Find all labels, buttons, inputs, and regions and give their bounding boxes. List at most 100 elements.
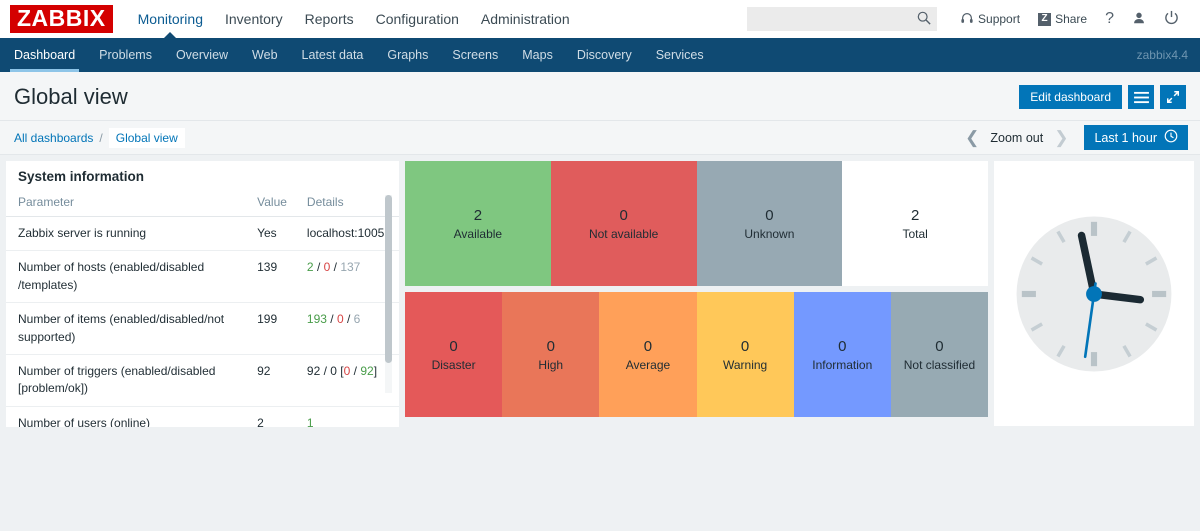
block-label: High bbox=[538, 357, 564, 372]
severity-high[interactable]: 0 High bbox=[502, 292, 600, 417]
detail-part: / bbox=[343, 312, 354, 327]
main-menu-item-monitoring[interactable]: Monitoring bbox=[127, 0, 214, 38]
column-header-parameter: Parameter bbox=[6, 190, 246, 217]
detail-part: / bbox=[326, 312, 337, 327]
subnav-item-maps[interactable]: Maps bbox=[510, 38, 565, 72]
host-availability-not-available[interactable]: 0 Not available bbox=[550, 161, 697, 286]
fullscreen-button[interactable] bbox=[1160, 85, 1186, 109]
sign-out-button[interactable] bbox=[1155, 0, 1188, 38]
subnav-item-latest-data[interactable]: Latest data bbox=[290, 38, 376, 72]
block-value: 0 bbox=[643, 337, 653, 355]
zoom-out-button[interactable]: Zoom out bbox=[988, 131, 1045, 145]
question-mark-icon: ? bbox=[1105, 10, 1114, 27]
block-value: 0 bbox=[449, 337, 458, 355]
global-search-box[interactable] bbox=[747, 7, 938, 31]
subnav-item-dashboard[interactable]: Dashboard bbox=[2, 38, 87, 72]
block-value: 0 bbox=[765, 206, 774, 224]
hamburger-menu-icon bbox=[1133, 91, 1149, 103]
system-information-table: Parameter Value Details Zabbix server is… bbox=[6, 190, 399, 427]
top-navigation-bar: ZABBIX Monitoring Inventory Reports Conf… bbox=[0, 0, 1200, 38]
user-settings-button[interactable] bbox=[1123, 0, 1155, 38]
block-label: Disaster bbox=[431, 357, 476, 372]
top-right-toolbar: Support Z Share ? bbox=[747, 0, 1188, 38]
subnav-item-overview[interactable]: Overview bbox=[164, 38, 240, 72]
block-value: 2 bbox=[473, 206, 483, 224]
host-availability-available[interactable]: 2 Available bbox=[405, 161, 551, 286]
detail-part: 92 bbox=[360, 363, 374, 378]
clock-widget bbox=[994, 161, 1194, 426]
share-link[interactable]: Z Share bbox=[1029, 0, 1096, 38]
search-icon[interactable] bbox=[917, 11, 931, 28]
main-menu-item-administration[interactable]: Administration bbox=[470, 0, 581, 38]
user-icon bbox=[1132, 11, 1146, 28]
row-details: localhost:10051 bbox=[294, 216, 399, 252]
column-header-value: Value bbox=[245, 190, 295, 217]
search-input[interactable] bbox=[755, 12, 918, 26]
chevron-left-icon[interactable]: ❮ bbox=[956, 128, 988, 148]
severity-information[interactable]: 0 Information bbox=[793, 292, 891, 417]
dashboard-menu-button[interactable] bbox=[1128, 85, 1154, 109]
system-information-header: System information bbox=[6, 161, 399, 190]
detail-part: ] bbox=[373, 363, 378, 378]
block-label: Not available bbox=[588, 226, 659, 241]
page-header: Global view Edit dashboard bbox=[0, 72, 1200, 121]
table-header-row: Parameter Value Details bbox=[6, 190, 399, 217]
main-menu-item-reports[interactable]: Reports bbox=[294, 0, 365, 38]
help-button[interactable]: ? bbox=[1096, 0, 1123, 38]
problems-by-severity-widget: 0 Disaster 0 High 0 Average 0 Warning 0 Informati… bbox=[405, 292, 989, 417]
column-header-details: Details bbox=[294, 190, 399, 217]
severity-warning[interactable]: 0 Warning bbox=[696, 292, 794, 417]
detail-part: 6 bbox=[353, 312, 361, 327]
table-row: Number of hosts (enabled/disabled /templ… bbox=[6, 250, 399, 304]
edit-dashboard-button[interactable]: Edit dashboard bbox=[1019, 85, 1122, 109]
detail-part: 193 bbox=[306, 312, 327, 327]
scrollbar-thumb[interactable] bbox=[385, 195, 392, 363]
subnav-item-services[interactable]: Services bbox=[644, 38, 716, 72]
version-label: zabbix4.4 bbox=[1136, 48, 1188, 62]
table-row: Number of items (enabled/disabled/not su… bbox=[6, 302, 399, 355]
widget-title: System information bbox=[18, 169, 145, 184]
row-value: 139 bbox=[245, 250, 295, 304]
share-label: Share bbox=[1055, 12, 1088, 26]
block-label: Average bbox=[625, 357, 671, 372]
block-value: 0 bbox=[546, 337, 555, 355]
host-availability-blocks: 2 Available 0 Not available 0 Unknown 2 Total bbox=[405, 161, 988, 286]
severity-blocks: 0 Disaster 0 High 0 Average 0 Warning 0 Informati… bbox=[405, 292, 989, 417]
subnav-item-web[interactable]: Web bbox=[240, 38, 289, 72]
page-header-actions: Edit dashboard bbox=[1019, 85, 1186, 109]
breadcrumb-row: All dashboards / Global view ❮ Zoom out … bbox=[0, 121, 1200, 155]
block-label: Total bbox=[902, 226, 928, 241]
main-menu-item-inventory[interactable]: Inventory bbox=[214, 0, 294, 38]
breadcrumb-current[interactable]: Global view bbox=[108, 127, 185, 148]
row-details: 92 / 0 [0 / 92] bbox=[294, 354, 399, 407]
row-details: 2 / 0 / 137 bbox=[294, 250, 399, 304]
host-availability-unknown[interactable]: 0 Unknown bbox=[696, 161, 843, 286]
support-label: Support bbox=[978, 12, 1021, 26]
support-link[interactable]: Support bbox=[951, 0, 1029, 38]
block-label: Warning bbox=[722, 357, 768, 372]
time-range-button[interactable]: Last 1 hour bbox=[1084, 125, 1188, 150]
block-label: Unknown bbox=[744, 226, 795, 241]
system-information-body: Zabbix server is running Yes localhost:1… bbox=[6, 216, 399, 427]
severity-disaster[interactable]: 0 Disaster bbox=[405, 292, 503, 417]
chevron-right-icon[interactable]: ❯ bbox=[1045, 128, 1077, 148]
breadcrumb-all-dashboards[interactable]: All dashboards bbox=[14, 131, 93, 145]
subnav-item-discovery[interactable]: Discovery bbox=[565, 38, 644, 72]
zabbix-logo[interactable]: ZABBIX bbox=[10, 5, 113, 33]
main-menu-item-configuration[interactable]: Configuration bbox=[365, 0, 470, 38]
row-parameter: Number of users (online) bbox=[18, 415, 151, 427]
host-availability-total[interactable]: 2 Total bbox=[842, 161, 988, 286]
dashboard-column-middle: 2 Available 0 Not available 0 Unknown 2 Total 0… bbox=[405, 161, 989, 526]
block-label: Available bbox=[453, 226, 503, 241]
clock-icon bbox=[1164, 129, 1178, 146]
time-range-controls: ❮ Zoom out ❯ Last 1 hour bbox=[956, 125, 1188, 150]
subnav-item-graphs[interactable]: Graphs bbox=[375, 38, 440, 72]
row-details: 193 / 0 / 6 bbox=[294, 302, 399, 355]
dashboard-grid: System information Parameter Value Detai… bbox=[0, 155, 1200, 531]
page-title: Global view bbox=[14, 84, 128, 109]
severity-average[interactable]: 0 Average bbox=[599, 292, 697, 417]
subnav-item-screens[interactable]: Screens bbox=[440, 38, 510, 72]
severity-not-classified[interactable]: 0 Not classified bbox=[890, 292, 989, 417]
subnav-item-problems[interactable]: Problems bbox=[87, 38, 164, 72]
block-label: Not classified bbox=[903, 357, 976, 372]
